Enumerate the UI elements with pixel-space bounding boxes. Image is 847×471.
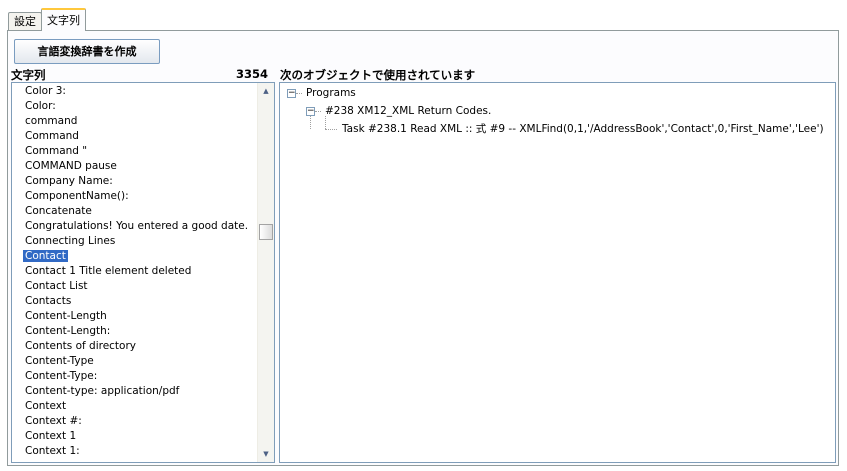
list-item[interactable]: Content-type: application/pdf (12, 384, 256, 399)
list-item[interactable]: Contacts (12, 294, 256, 309)
tree-connector (296, 93, 302, 94)
list-item-label: Connecting Lines (25, 235, 116, 247)
tree-connector (325, 116, 326, 129)
scroll-thumb[interactable] (259, 224, 273, 240)
list-item-label: Context 1: (25, 445, 80, 457)
string-list-scrollbar[interactable]: ▲ ▼ (257, 83, 274, 462)
usage-tree[interactable]: − Programs − #238 XM12_XML Return Codes.… (279, 82, 836, 463)
list-item[interactable]: Context 1: (12, 444, 256, 459)
list-item[interactable]: Context #: (12, 414, 256, 429)
list-item-label: Contacts (25, 295, 72, 307)
string-list[interactable]: Color 3: Color: command Command Command " COM… (11, 82, 275, 463)
list-item[interactable]: Contact 1 Title element deleted (12, 264, 256, 279)
list-item-label: Contact 1 Title element deleted (25, 265, 192, 277)
tab-strip: 設定 文字列 (8, 8, 86, 31)
list-item-label: COMMAND pause (25, 160, 117, 172)
list-item-label: Command " (25, 145, 88, 157)
string-list-items: Color 3: Color: command Command Command " COM… (12, 84, 256, 459)
tree-connector (315, 111, 321, 112)
list-item-label: Context #: (25, 415, 82, 427)
list-item[interactable]: Contact List (12, 279, 256, 294)
list-item[interactable]: Context (12, 399, 256, 414)
list-item[interactable]: Color: (12, 99, 256, 114)
list-item-label: Context 1 (25, 430, 77, 442)
list-item-label: command (25, 115, 78, 127)
list-item[interactable]: Content-Length (12, 309, 256, 324)
list-item-label: Content-Type: (25, 370, 98, 382)
list-item[interactable]: Content-Type: (12, 369, 256, 384)
list-item[interactable]: Context 1 (12, 429, 256, 444)
list-item[interactable]: Company Name: (12, 174, 256, 189)
scroll-up-icon[interactable]: ▲ (258, 83, 274, 99)
list-item[interactable]: COMMAND pause (12, 159, 256, 174)
list-item-label: Content-type: application/pdf (25, 385, 180, 397)
string-count: 3354 (236, 67, 269, 81)
list-item[interactable]: Connecting Lines (12, 234, 256, 249)
tree-node-programs[interactable]: Programs (306, 86, 356, 101)
list-item[interactable]: Command " (12, 144, 256, 159)
string-list-label: 文字列 (11, 68, 46, 82)
list-item[interactable]: Color 3: (12, 84, 256, 99)
list-item[interactable]: Content-Length: (12, 324, 256, 339)
tab-strings[interactable]: 文字列 (41, 8, 86, 31)
create-dictionary-button[interactable]: 言語変換辞書を作成 (14, 39, 160, 64)
list-item[interactable]: Command (12, 129, 256, 144)
usage-label: 次のオブジェクトで使用されています (280, 68, 476, 82)
list-item-label: Company Name: (25, 175, 113, 187)
list-item[interactable]: Concatenate (12, 204, 256, 219)
list-item-label: Contact List (25, 280, 88, 292)
tree-connector (325, 129, 337, 130)
collapse-icon[interactable]: − (306, 107, 315, 116)
list-item-label: Content-Length: (25, 325, 111, 337)
tab-settings[interactable]: 設定 (8, 12, 42, 31)
list-item-label: Context (25, 400, 67, 412)
list-item[interactable]: command (12, 114, 256, 129)
list-item[interactable]: ComponentName(): (12, 189, 256, 204)
scroll-down-icon[interactable]: ▼ (258, 446, 274, 462)
list-item-label: Content-Length (25, 310, 107, 322)
list-item[interactable]: Content-Type (12, 354, 256, 369)
list-item-label: Contact (23, 250, 68, 262)
list-item-label: Congratulations! You entered a good date… (25, 220, 249, 232)
list-item-label: Content-Type (25, 355, 94, 367)
tree-connector (310, 116, 311, 129)
list-item[interactable]: Contents of directory (12, 339, 256, 354)
collapse-icon[interactable]: − (287, 89, 296, 98)
list-item-label: Command (25, 130, 79, 142)
list-item-label: ComponentName(): (25, 190, 129, 202)
list-item-label: Contents of directory (25, 340, 136, 352)
list-item-label: Concatenate (25, 205, 92, 217)
list-item[interactable]: Congratulations! You entered a good date… (12, 219, 256, 234)
list-item-label: Color 3: (25, 85, 66, 97)
tree-node-task[interactable]: Task #238.1 Read XML :: 式 #9 -- XMLFind(… (342, 122, 824, 137)
tree-node-program[interactable]: #238 XM12_XML Return Codes. (325, 104, 491, 119)
list-item-label: Color: (25, 100, 56, 112)
list-item[interactable]: Contact (12, 249, 256, 264)
